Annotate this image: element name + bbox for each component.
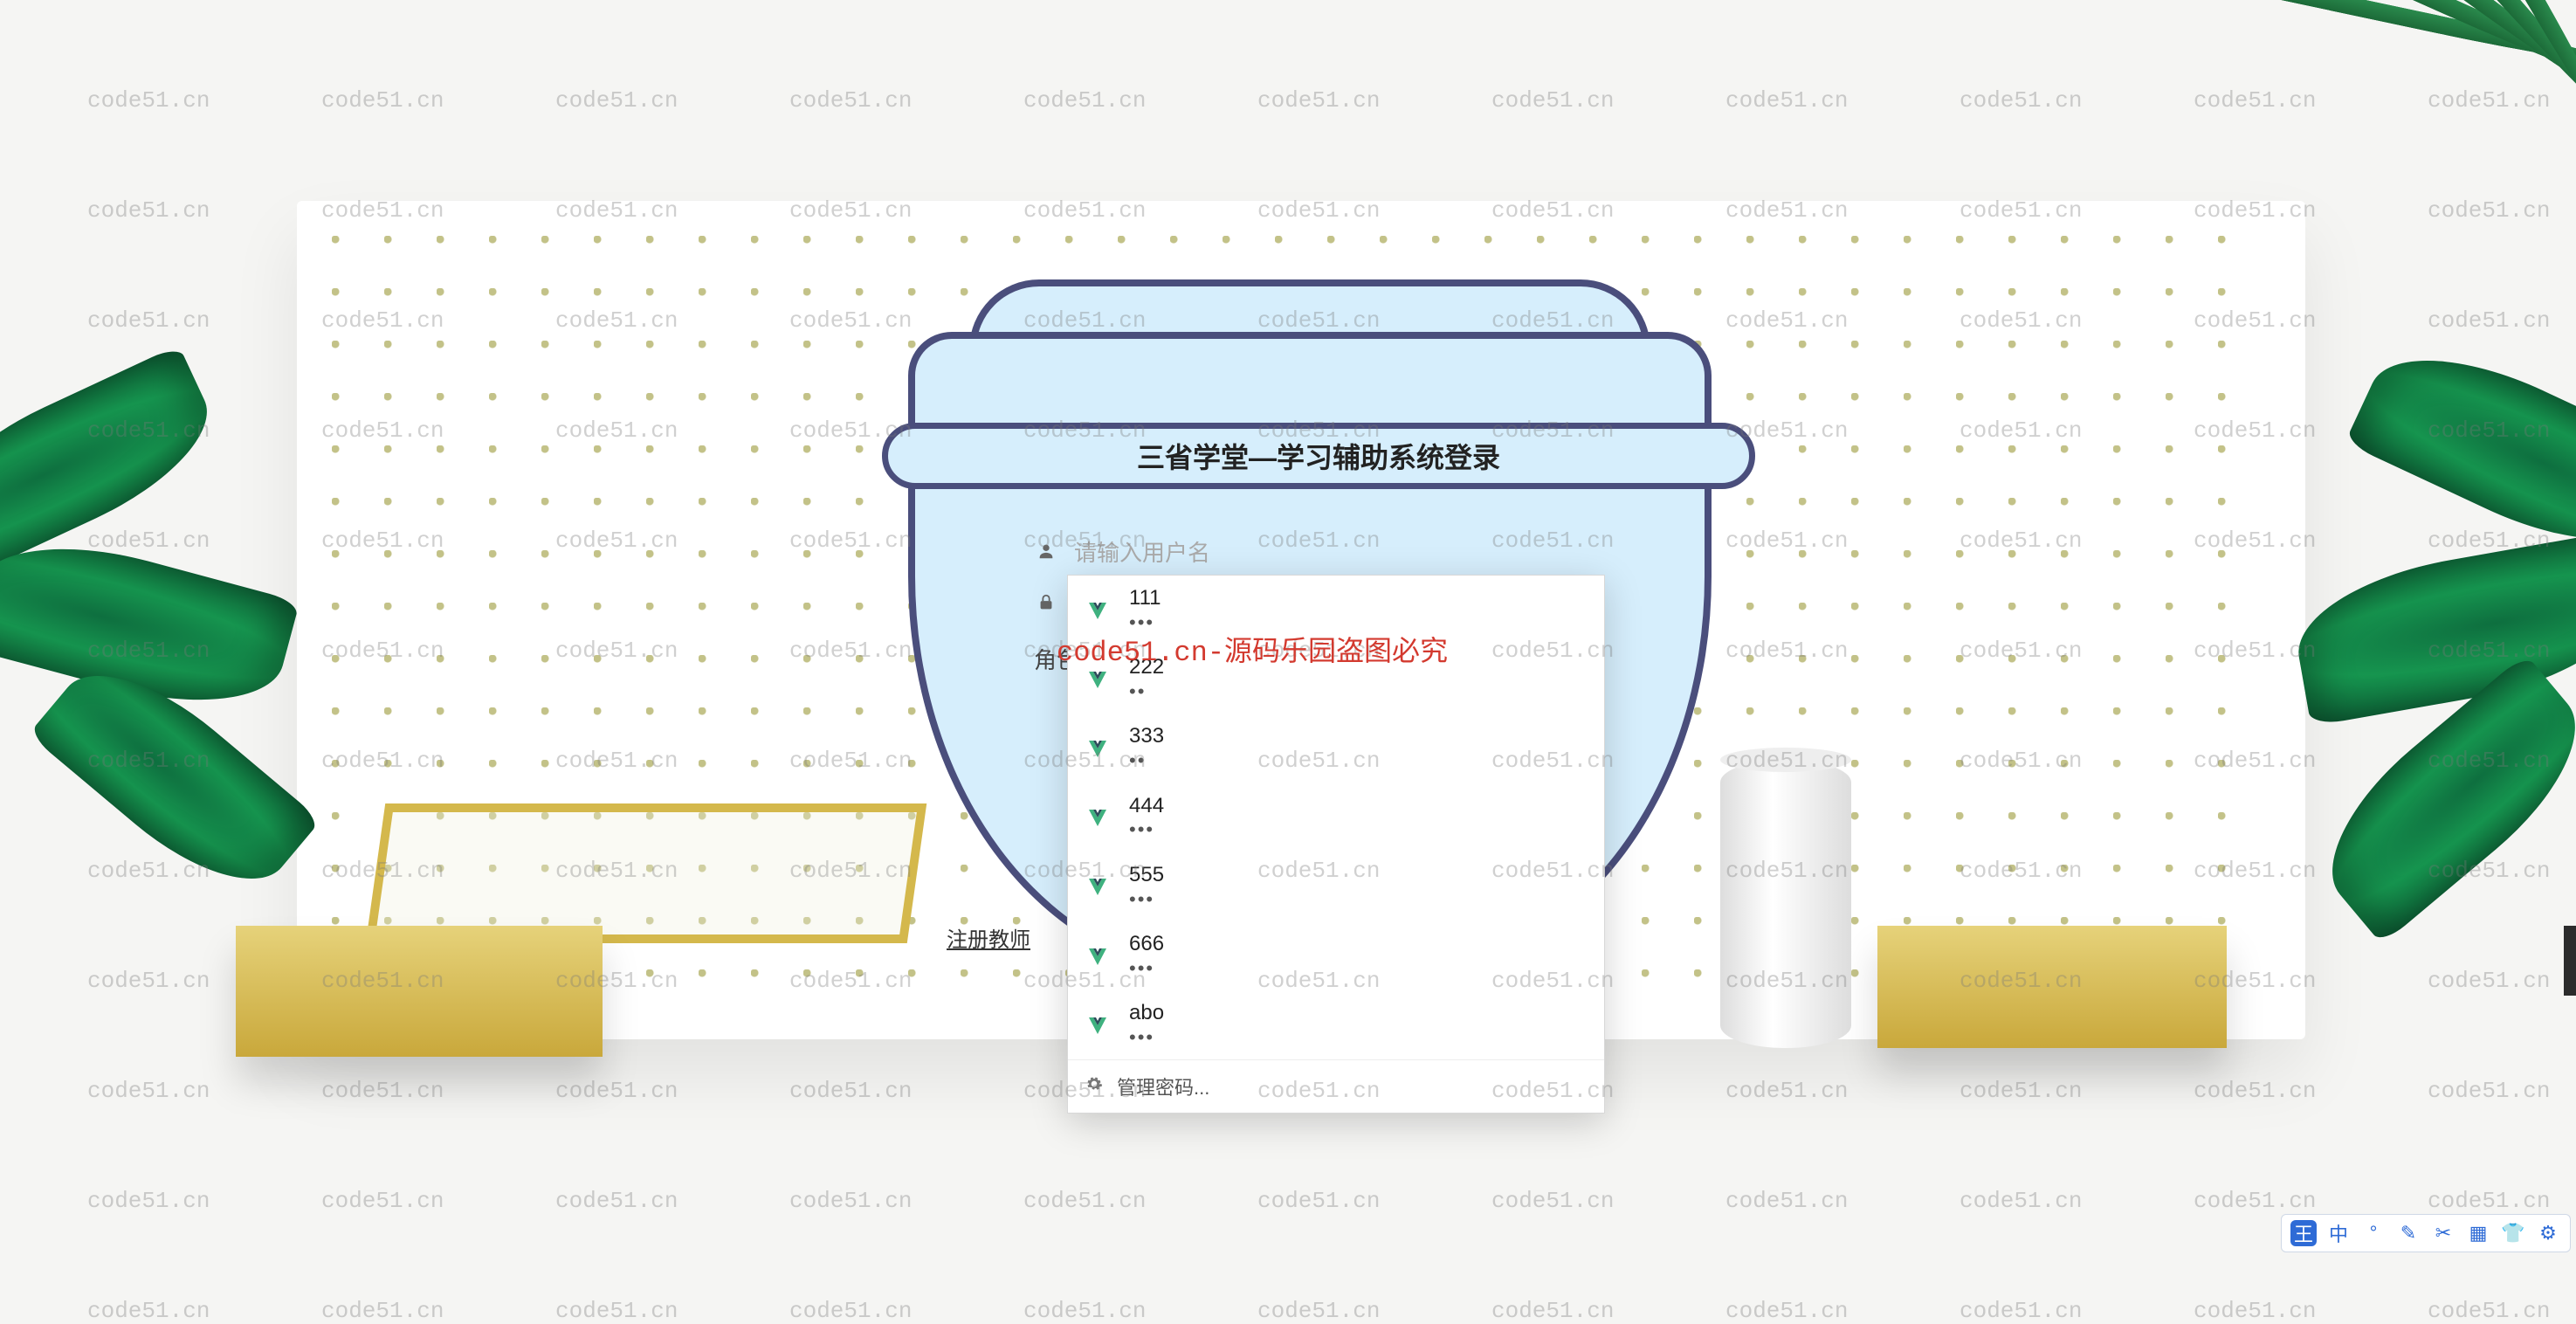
palm-decor [2174,0,2576,245]
autocomplete-item[interactable]: 333•• [1068,714,1604,783]
autocomplete-username: abo [1129,1001,1164,1026]
vue-badge-icon [1085,805,1110,830]
ime-settings-icon[interactable]: ⚙ [2535,1220,2561,1246]
manage-passwords-label: 管理密码... [1117,1072,1209,1100]
gold-box-decor [236,926,603,1057]
lock-icon [1034,591,1058,618]
leaf-decor [0,345,231,582]
autocomplete-item[interactable]: abo••• [1068,990,1604,1059]
autocomplete-item[interactable]: 555••• [1068,852,1604,921]
autocomplete-item[interactable]: 666••• [1068,921,1604,990]
autocomplete-password-mask: ••• [1129,818,1164,841]
autocomplete-password-mask: •• [1129,680,1164,703]
vue-badge-icon [1085,944,1110,969]
ime-keyboard-icon[interactable]: ▦ [2465,1220,2491,1246]
ime-scissors-icon[interactable]: ✂ [2430,1220,2456,1246]
autocomplete-password-mask: ••• [1129,957,1164,980]
user-icon [1034,540,1058,567]
vue-badge-icon [1085,1013,1110,1038]
vue-badge-icon [1085,874,1110,899]
gold-box-decor [1877,926,2227,1048]
autocomplete-item[interactable]: 444••• [1068,783,1604,852]
manage-passwords-link[interactable]: 管理密码... [1068,1059,1604,1113]
autocomplete-username: 444 [1129,794,1164,819]
login-title: 三省学堂—学习辅助系统登录 [882,423,1755,489]
autocomplete-password-mask: ••• [1129,888,1164,911]
autocomplete-password-mask: •• [1129,749,1164,772]
vue-badge-icon [1085,667,1110,692]
ime-logo-icon[interactable]: 王 [2290,1220,2317,1246]
tray-decor [366,803,926,943]
autocomplete-username: 333 [1129,724,1164,749]
ime-handwrite-icon[interactable]: ✎ [2395,1220,2421,1246]
ime-lang-toggle[interactable]: 中 [2325,1220,2352,1246]
ime-punct-toggle[interactable]: ° [2360,1220,2387,1246]
side-tab[interactable] [2564,926,2576,996]
autocomplete-username: 555 [1129,863,1164,888]
register-teacher-link[interactable]: 注册教师 [947,922,1030,953]
autocomplete-password-mask: ••• [1129,1026,1164,1049]
ime-skin-icon[interactable]: 👕 [2500,1220,2526,1246]
vue-badge-icon [1085,598,1110,623]
gear-icon [1085,1075,1103,1098]
cylinder-decor [1720,760,1851,1048]
vue-badge-icon [1085,736,1110,761]
username-row [1027,528,1595,579]
autocomplete-username: 666 [1129,932,1164,957]
watermark-red: code51.cn-源码乐园盗图必究 [1057,629,1448,669]
autocomplete-username: 111 [1129,586,1161,611]
username-input[interactable] [1074,540,1588,567]
leaf-decor [2345,324,2576,576]
ime-toolbar[interactable]: 王 中 ° ✎ ✂ ▦ 👕 ⚙ [2281,1214,2571,1252]
